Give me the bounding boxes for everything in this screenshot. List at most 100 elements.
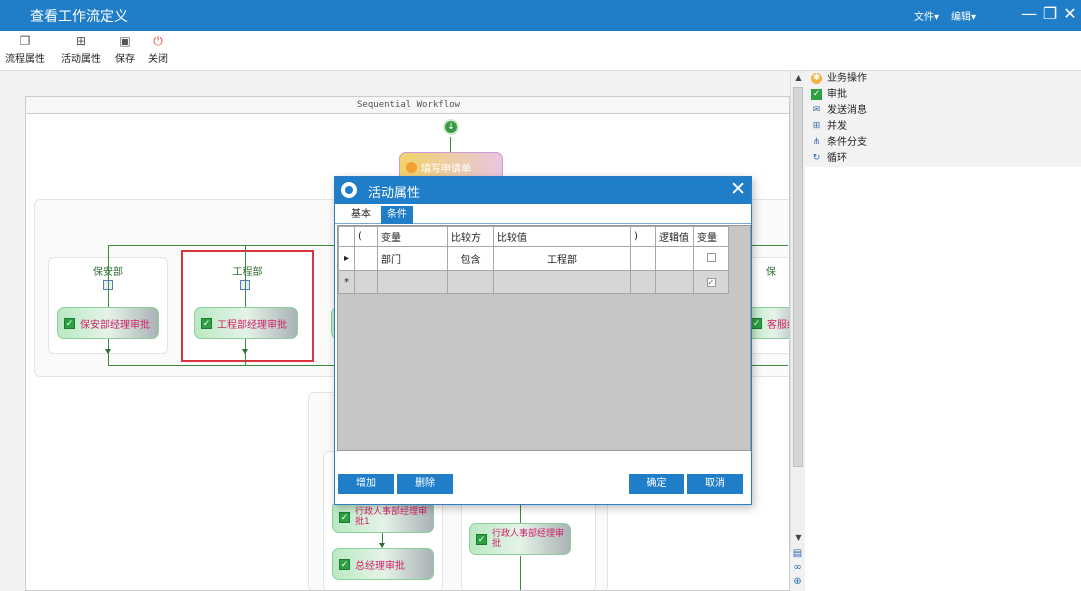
- scroll-down-icon[interactable]: ▼: [791, 533, 806, 542]
- col-value[interactable]: 比较值: [493, 226, 631, 247]
- row-header-cell: [338, 226, 355, 247]
- toolbox-item-label: 发送消息: [827, 105, 867, 116]
- start-node-icon[interactable]: ↓: [443, 119, 459, 135]
- table-row[interactable]: ▸ 部门 包含 工程部: [338, 246, 729, 271]
- cell-empty[interactable]: [493, 270, 631, 294]
- zoom-tools: ▤ ∞ ⊕: [790, 548, 805, 590]
- scrollbar-thumb[interactable]: [793, 87, 803, 467]
- scroll-up-icon[interactable]: ▲: [791, 73, 806, 82]
- checkbox-unchecked[interactable]: [706, 252, 716, 262]
- save-button[interactable]: ▣ 保存: [115, 34, 135, 65]
- menu-file[interactable]: 文件▾: [914, 8, 939, 23]
- col-logic[interactable]: 逻辑值: [655, 226, 694, 247]
- connector: [520, 556, 521, 590]
- cell-empty[interactable]: [655, 270, 694, 294]
- toolbox-item-label: 审批: [827, 89, 847, 100]
- tab-basic[interactable]: 基本: [345, 206, 377, 224]
- branch-1-activity[interactable]: ✓ 保安部经理审批: [57, 307, 159, 339]
- col-rparen[interactable]: ): [630, 226, 656, 247]
- property-panel: [805, 167, 1081, 591]
- lower-left-activity-1[interactable]: ✓ 行政人事部经理审批1: [332, 501, 434, 533]
- cell-value[interactable]: 工程部: [493, 246, 631, 271]
- row-marker[interactable]: ▸: [338, 246, 355, 271]
- cell-lparen[interactable]: [354, 246, 378, 271]
- check-icon: ✓: [201, 317, 212, 329]
- activity-properties-dialog: 活动属性 ✕ 基本 条件 ( 变量 比较方 比较值 ) 逻辑值 变量 ▸ 部门 …: [334, 176, 752, 505]
- new-row-marker[interactable]: *: [338, 270, 355, 294]
- tab-condition[interactable]: 条件: [381, 206, 413, 224]
- activity-props-button[interactable]: ⊞ 活动属性: [61, 34, 101, 65]
- checkbox-checked[interactable]: ✓: [706, 277, 716, 287]
- gear-icon: [406, 161, 417, 173]
- cell-empty[interactable]: [377, 270, 448, 294]
- save-label: 保存: [115, 54, 135, 65]
- binoculars-icon[interactable]: ∞: [790, 562, 805, 576]
- toolbar: ❐ 流程属性 ⊞ 活动属性 ▣ 保存 ⏻ 关闭: [0, 31, 1081, 71]
- connector: [520, 505, 521, 523]
- cell-rparen[interactable]: [630, 246, 656, 271]
- check-icon: ✓: [476, 533, 487, 545]
- parallel-icon: ⊞: [812, 120, 821, 131]
- check-icon: ✓: [64, 317, 75, 329]
- toolbox-item-label: 循环: [827, 153, 847, 164]
- toolbox-item-message[interactable]: ✉ 发送消息: [811, 103, 867, 118]
- connector: [245, 245, 246, 365]
- cancel-button[interactable]: 取消: [687, 474, 743, 494]
- col-is-variable[interactable]: 变量: [693, 226, 729, 247]
- toolbox-item-business[interactable]: ✱ 业务操作: [811, 71, 867, 86]
- cell-empty[interactable]: [354, 270, 378, 294]
- col-variable[interactable]: 变量: [377, 226, 448, 247]
- cell-empty[interactable]: [447, 270, 494, 294]
- print-icon[interactable]: ▤: [790, 548, 805, 562]
- col-lparen[interactable]: (: [354, 226, 378, 247]
- new-row[interactable]: * ✓: [338, 270, 729, 294]
- cell-variable[interactable]: 部门: [377, 246, 448, 271]
- arrow-down-icon: [105, 349, 111, 354]
- col-operator[interactable]: 比较方: [447, 226, 494, 247]
- restore-button[interactable]: ❐: [1041, 4, 1059, 23]
- table-header-row: ( 变量 比较方 比较值 ) 逻辑值 变量: [338, 226, 729, 247]
- close-label: 关闭: [148, 54, 168, 65]
- cell-is-variable[interactable]: [693, 246, 729, 271]
- branch-2-activity-label: 工程部经理审批: [217, 319, 287, 331]
- power-icon: ⏻: [153, 34, 163, 48]
- minimize-button[interactable]: —: [1020, 4, 1038, 23]
- add-button[interactable]: 增加: [338, 474, 394, 494]
- lower-right-activity-label: 行政人事部经理审批: [492, 529, 565, 549]
- cell-operator[interactable]: 包含: [447, 246, 494, 271]
- dialog-tabs: 基本 条件: [335, 204, 751, 224]
- close-button[interactable]: ⏻ 关闭: [148, 34, 168, 65]
- cell-logic[interactable]: [655, 246, 694, 271]
- condition-grid: ( 变量 比较方 比较值 ) 逻辑值 变量 ▸ 部门 包含 工程部 * ✓: [337, 225, 751, 451]
- branch-right-label: 保: [766, 267, 776, 278]
- zoom-in-icon[interactable]: ⊕: [790, 576, 805, 590]
- dialog-title: 活动属性: [368, 186, 421, 201]
- cell-empty[interactable]: [630, 270, 656, 294]
- delete-button[interactable]: 删除: [397, 474, 453, 494]
- branch-2-label: 工程部: [232, 267, 263, 278]
- process-props-button[interactable]: ❐ 流程属性: [5, 34, 45, 65]
- menu-file-label: 文件: [914, 12, 934, 23]
- ok-button[interactable]: 确定: [629, 474, 684, 494]
- toolbox-item-condition[interactable]: ⋔ 条件分支: [811, 135, 867, 150]
- toolbox-item-loop[interactable]: ↻ 循环: [811, 151, 847, 166]
- dialog-close-icon[interactable]: ✕: [730, 178, 746, 200]
- condition-table: ( 变量 比较方 比较值 ) 逻辑值 变量 ▸ 部门 包含 工程部 * ✓: [338, 226, 729, 294]
- branch-2-activity[interactable]: ✓ 工程部经理审批: [194, 307, 298, 339]
- check-icon: ✓: [811, 88, 822, 100]
- designer-scrollbar[interactable]: ▲ ▼: [790, 71, 805, 551]
- close-window-button[interactable]: ✕: [1061, 4, 1079, 23]
- branch-icon: ⋔: [812, 136, 821, 147]
- start-activity-label: 填写申请单: [421, 163, 471, 175]
- lower-right-activity[interactable]: ✓ 行政人事部经理审批: [469, 523, 571, 555]
- branch-right-activity-label: 客服经: [767, 319, 789, 331]
- lower-left-activity-2[interactable]: ✓ 总经理审批: [332, 548, 434, 580]
- menu-edit[interactable]: 编辑▾: [951, 8, 976, 23]
- message-icon: ✉: [812, 104, 821, 115]
- toolbox-item-label: 条件分支: [827, 137, 867, 148]
- cell-is-variable[interactable]: ✓: [693, 270, 729, 294]
- toolbox-item-parallel[interactable]: ⊞ 并发: [811, 119, 847, 134]
- toolbox: ✱ 业务操作 ✓ 审批 ✉ 发送消息 ⊞ 并发 ⋔ 条件分支 ↻ 循环: [805, 71, 1081, 167]
- toolbox-item-approve[interactable]: ✓ 审批: [811, 87, 847, 102]
- check-icon: ✓: [339, 558, 350, 570]
